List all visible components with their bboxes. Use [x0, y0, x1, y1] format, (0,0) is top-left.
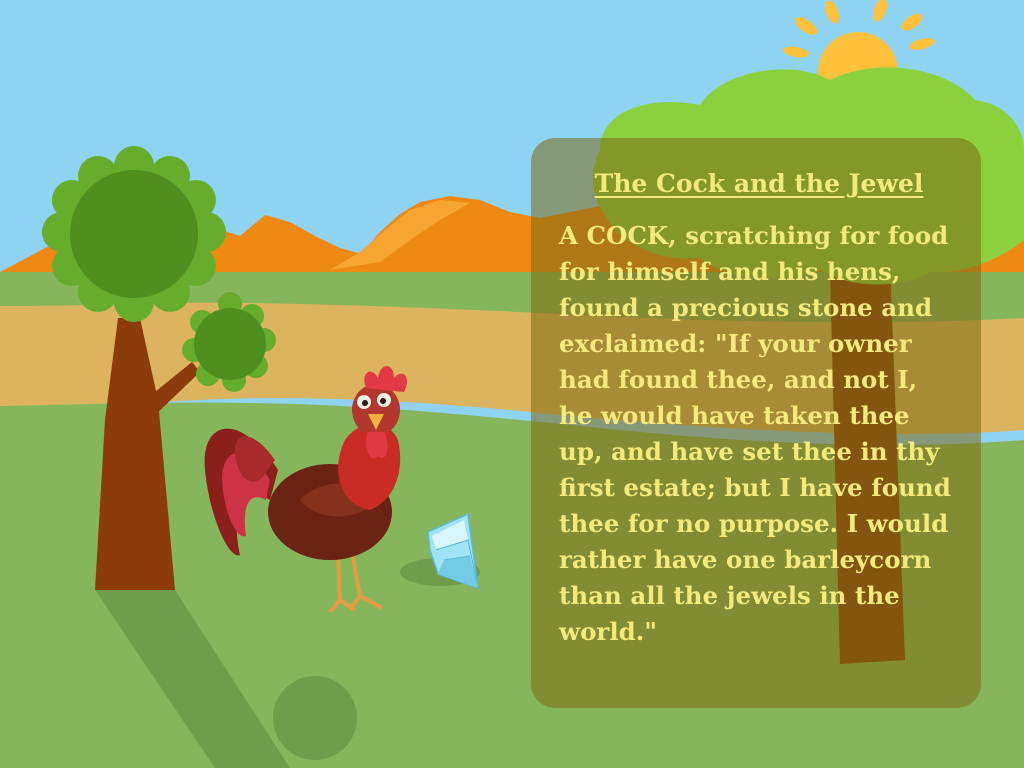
story-body: A COCK, scratching for food for himself …	[559, 221, 951, 646]
story-panel: The Cock and the Jewel A COCK, scratchin…	[531, 138, 981, 708]
story-title: The Cock and the Jewel	[594, 169, 924, 198]
game-scene: The Cock and the Jewel A COCK, scratchin…	[0, 0, 1024, 768]
